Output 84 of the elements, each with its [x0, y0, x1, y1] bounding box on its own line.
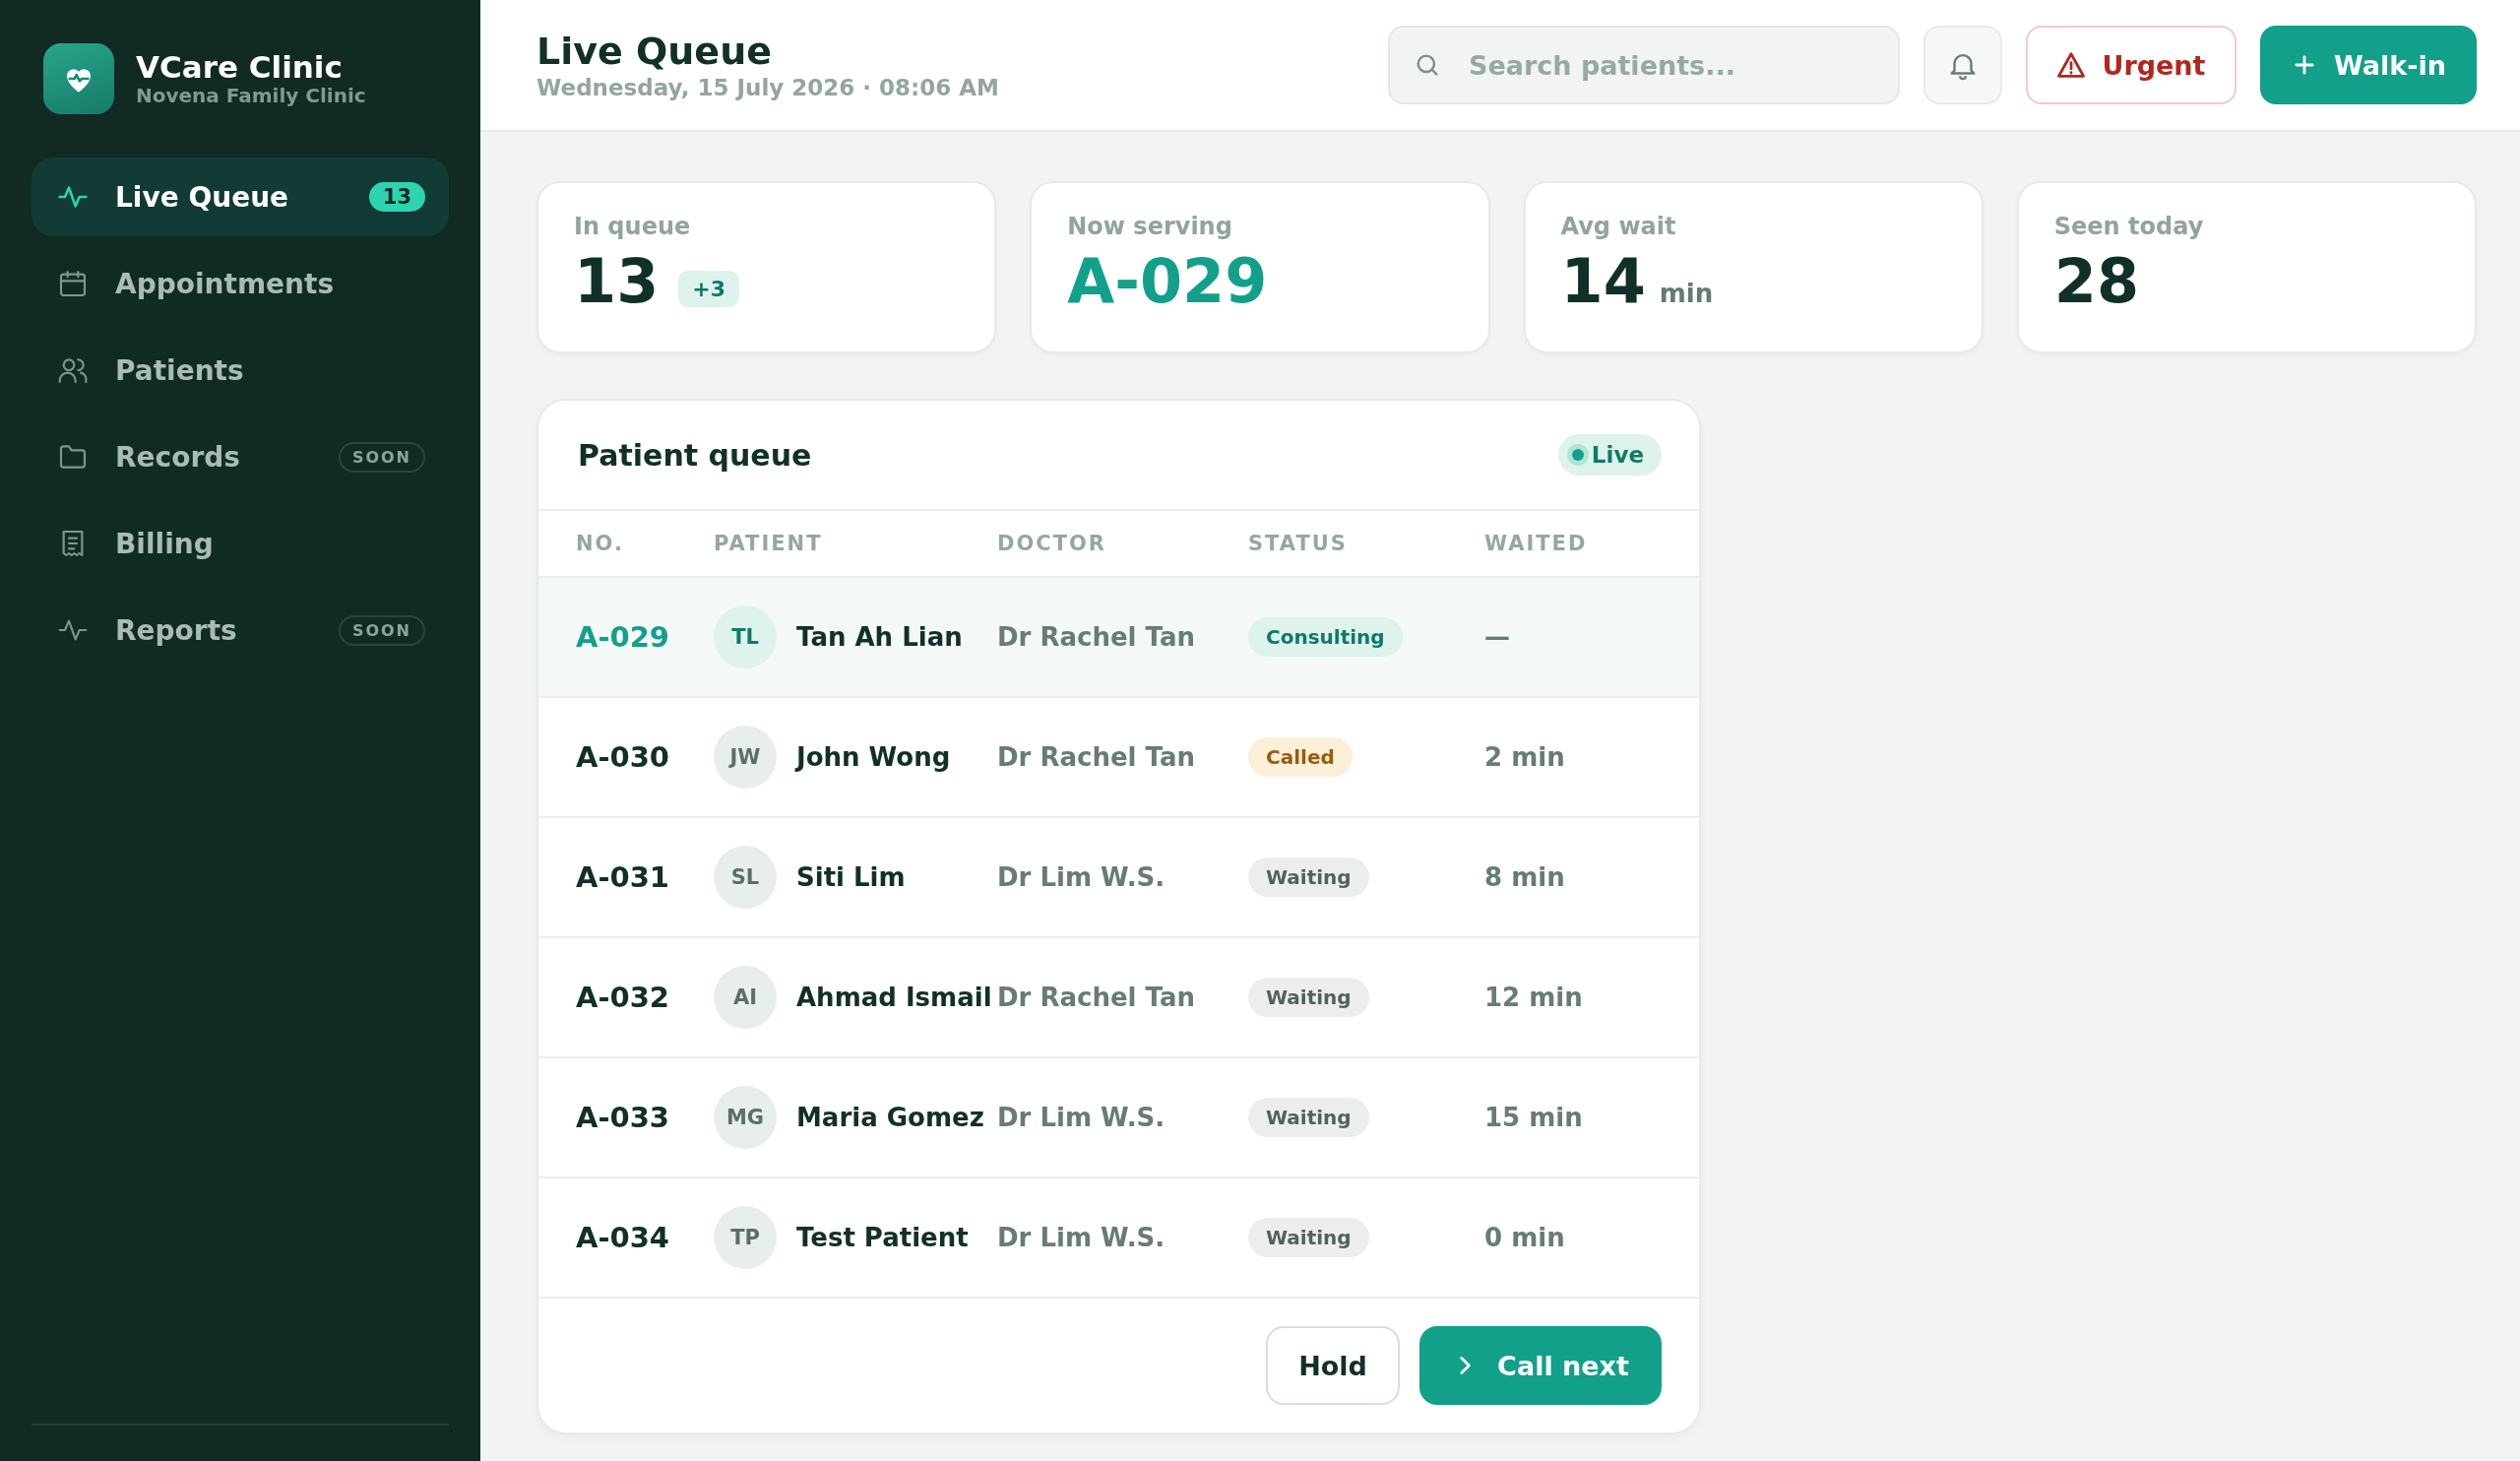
column-header: DOCTOR — [997, 532, 1108, 555]
wait-time: 2 min — [1484, 742, 1566, 772]
delta-badge: +3 — [678, 271, 740, 307]
page-title: Live Queue — [536, 30, 773, 73]
initials-avatar: TL — [714, 605, 777, 668]
stat-value: 14 — [1560, 248, 1646, 316]
nav-label: Live Queue — [115, 180, 290, 214]
initials-avatar: SL — [714, 846, 777, 909]
wait-time: 15 min — [1484, 1103, 1584, 1132]
status-badge: Called — [1248, 737, 1353, 777]
queue-row[interactable]: A-034 TP Test Patient Dr Lim W.S. Waiting 0 min — [538, 1178, 1699, 1299]
column-header: NO. — [576, 532, 625, 555]
doctor-name: Dr Lim W.S. — [997, 862, 1166, 892]
patient-name: Tan Ah Lian — [796, 622, 963, 652]
nav-item[interactable]: Patients — [32, 331, 449, 410]
nav-item[interactable]: Appointments — [32, 244, 449, 323]
stat-label: Now serving — [1067, 213, 1233, 240]
clinic-name: VCare Clinic — [136, 49, 344, 85]
nav-label: Reports — [115, 613, 238, 647]
initials-avatar: TP — [714, 1206, 777, 1269]
ticket-number: A-031 — [576, 860, 670, 894]
queue-row[interactable]: A-031 SL Siti Lim Dr Lim W.S. Waiting 8 min — [538, 818, 1699, 938]
queue-row[interactable]: A-032 AI Ahmad Ismail Dr Rachel Tan Waiting 12 min — [538, 938, 1699, 1058]
nav-label: Patients — [115, 353, 245, 387]
live-badge: Live — [1557, 434, 1662, 476]
nav-label: Appointments — [115, 267, 336, 300]
initials-avatar: JW — [714, 726, 777, 789]
wait-time: 8 min — [1484, 862, 1566, 892]
hold-button[interactable]: Hold — [1266, 1326, 1400, 1405]
nav-item[interactable]: Records SOON — [32, 417, 449, 496]
queue-row[interactable]: A-033 MG Maria Gomez Dr Lim W.S. Waiting 15 min — [538, 1058, 1699, 1178]
warning-icon — [2056, 50, 2087, 80]
stat-unit: min — [1659, 279, 1714, 308]
patient-name: Ahmad Ismail — [796, 983, 992, 1012]
status-badge: Waiting — [1248, 1218, 1369, 1257]
initials-avatar: AI — [714, 966, 777, 1029]
wait-time: 12 min — [1484, 983, 1584, 1012]
status-badge: Waiting — [1248, 1098, 1369, 1137]
wait-time: 0 min — [1484, 1223, 1566, 1252]
stat-value: 13 — [574, 248, 660, 316]
queue-row[interactable]: A-029 TL Tan Ah Lian Dr Rachel Tan Consulting — — [538, 578, 1699, 698]
doctor-name: Dr Lim W.S. — [997, 1103, 1166, 1132]
nav-item[interactable]: Billing — [32, 504, 449, 583]
clinic-subtitle: Novena Family Clinic — [136, 84, 366, 108]
soon-tag: SOON — [338, 441, 425, 473]
queue-title: Patient queue — [578, 437, 812, 473]
patient-name: John Wong — [796, 742, 951, 772]
doctor-name: Dr Lim W.S. — [997, 1223, 1166, 1252]
status-badge: Waiting — [1248, 978, 1369, 1017]
ticket-number: A-030 — [576, 740, 670, 774]
ticket-number: A-029 — [576, 620, 670, 654]
ticket-number: A-034 — [576, 1221, 670, 1254]
patient-name: Test Patient — [796, 1223, 969, 1252]
nav-item[interactable]: Reports SOON — [32, 591, 449, 669]
ticket-number: A-032 — [576, 981, 670, 1014]
nav-item[interactable]: Live Queue 13 — [32, 158, 449, 236]
queue-row[interactable]: A-030 JW John Wong Dr Rachel Tan Called 2 min — [538, 698, 1699, 818]
search-field[interactable]: Search patients... — [1388, 26, 1900, 104]
nav-label: Records — [115, 440, 241, 474]
patient-name: Siti Lim — [796, 862, 906, 892]
wait-time: — — [1484, 622, 1511, 652]
calendar-icon — [57, 268, 89, 299]
date-text: Wednesday, 15 July 2026 · 08:06 AM — [536, 75, 999, 100]
doctor-name: Dr Rachel Tan — [997, 983, 1196, 1012]
status-badge: Consulting — [1248, 617, 1403, 657]
stat-value: A-029 — [1067, 248, 1268, 316]
doctor-name: Dr Rachel Tan — [997, 622, 1196, 652]
doctor-name: Dr Rachel Tan — [997, 742, 1196, 772]
initials-avatar: MG — [714, 1086, 777, 1149]
count-badge: 13 — [368, 182, 425, 212]
column-header: PATIENT — [714, 532, 824, 555]
stat-label: Avg wait — [1560, 213, 1677, 240]
stat-label: Seen today — [2053, 213, 2205, 240]
stat-value: 28 — [2053, 248, 2140, 316]
column-header: WAITED — [1484, 532, 1589, 555]
soon-tag: SOON — [338, 614, 425, 646]
nav-label: Billing — [115, 527, 215, 560]
ticket-number: A-033 — [576, 1101, 670, 1134]
patient-name: Maria Gomez — [796, 1103, 984, 1132]
notifications-button[interactable] — [1923, 26, 2002, 104]
stat-label: In queue — [574, 213, 692, 240]
urgent-button[interactable]: Urgent — [2026, 26, 2236, 104]
column-header: STATUS — [1248, 532, 1349, 555]
status-badge: Waiting — [1248, 858, 1369, 897]
